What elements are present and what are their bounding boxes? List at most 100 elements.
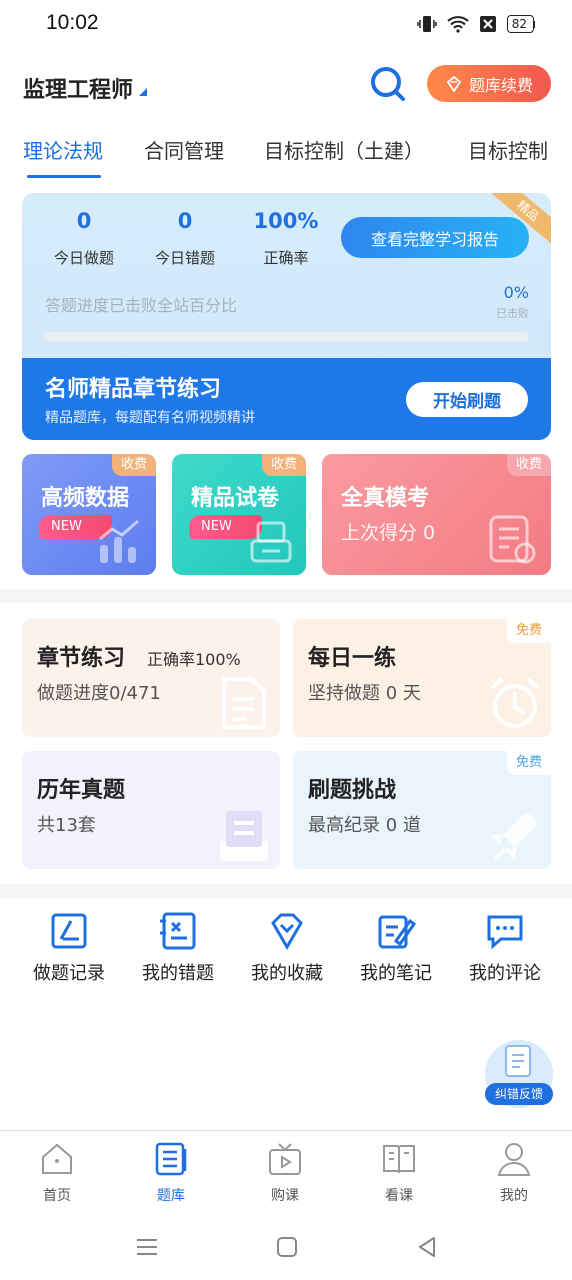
challenge-card[interactable]: 免费 刷题挑战 最高纪录 0 道 (293, 751, 551, 869)
shortcut-wrong[interactable]: 我的错题 (128, 911, 228, 985)
stat-label: 今日错题 (154, 249, 215, 267)
last-score: 上次得分 0 (341, 522, 436, 544)
tile-title: 精品试卷 (191, 486, 280, 511)
caret-down-icon[interactable] (139, 88, 147, 96)
stat-accuracy: 100% 正确率 (231, 209, 341, 268)
section-divider (0, 884, 572, 898)
back-icon[interactable] (412, 1232, 442, 1262)
accuracy-text: 正确率100% (147, 650, 241, 669)
bottom-nav: 首页 题库 购课 看课 我的 (0, 1130, 572, 1210)
shortcut-note[interactable]: 我的笔记 (346, 911, 446, 985)
shortcut-favorite[interactable]: 我的收藏 (237, 911, 337, 985)
paper-stack-icon (220, 811, 268, 861)
question-bank-icon (155, 1142, 187, 1176)
progress-bar (44, 332, 529, 342)
past-exams-card[interactable]: 历年真题 共13套 (22, 751, 280, 869)
nav-label: 首页 (43, 1188, 71, 1204)
nav-label: 看课 (385, 1188, 413, 1204)
progress-label: 答题进度已击败全站百分比 (45, 296, 238, 315)
feedback-label: 纠错反馈 (485, 1083, 553, 1105)
feedback-document-icon (505, 1045, 531, 1077)
progress-sub-label: 已击败 (496, 307, 529, 320)
card-title: 每日一练 (308, 646, 397, 671)
status-icons: 82 (416, 15, 534, 33)
shortcut-record[interactable]: 做题记录 (19, 911, 119, 985)
free-tag: 免费 (507, 619, 551, 643)
promo-subtitle: 精品题库，每题配有名师视频精讲 (45, 410, 255, 426)
status-time: 10:02 (46, 11, 99, 34)
renew-button[interactable]: 题库续费 (427, 65, 551, 102)
tile-high-frequency[interactable]: 收费 高频数据 NEW (22, 454, 156, 575)
tray-icon (250, 521, 292, 563)
feedback-button[interactable]: 纠错反馈 (485, 1040, 553, 1108)
paid-tag: 收费 (261, 454, 306, 476)
nav-buy-course[interactable]: 购课 (245, 1141, 325, 1205)
nav-label: 我的 (500, 1188, 528, 1204)
battery-level: 82 (511, 17, 527, 31)
sim-off-icon (479, 16, 496, 32)
wrong-icon (160, 912, 196, 950)
search-icon (371, 67, 405, 101)
promo-title: 名师精品章节练习 (45, 377, 222, 402)
chapter-practice-card[interactable]: 章节练习 正确率100% 做题进度0/471 (22, 619, 280, 737)
tab-underline (27, 175, 101, 178)
stat-value: 100% (253, 209, 319, 233)
app-header: 监理工程师 题库续费 (0, 55, 572, 115)
profile-icon (497, 1143, 531, 1176)
nav-question-bank[interactable]: 题库 (131, 1141, 211, 1205)
tile-mock-exam[interactable]: 收费 全真模考 上次得分 0 (322, 454, 551, 575)
favorite-icon (271, 913, 303, 950)
shortcut-comment[interactable]: 我的评论 (455, 911, 555, 985)
document-icon (222, 677, 266, 729)
diamond-icon (446, 75, 462, 93)
nav-label: 购课 (271, 1188, 299, 1204)
card-subtitle: 做题进度0/471 (37, 683, 161, 704)
start-practice-button[interactable]: 开始刷题 (406, 382, 528, 417)
nav-profile[interactable]: 我的 (474, 1141, 554, 1205)
subject-tabs: 理论法规 合同管理 目标控制（土建） 目标控制 (0, 125, 572, 180)
nav-label: 题库 (157, 1188, 185, 1204)
stat-label: 正确率 (263, 249, 309, 267)
shortcut-label: 我的笔记 (360, 963, 432, 984)
search-button[interactable] (368, 64, 408, 104)
section-divider (0, 589, 572, 603)
battery-indicator: 82 (506, 15, 534, 33)
card-title: 章节练习 (37, 646, 126, 671)
alarm-clock-icon (491, 678, 539, 728)
nav-home[interactable]: 首页 (17, 1141, 97, 1205)
shortcut-label: 我的错题 (142, 963, 214, 984)
card-subtitle: 共13套 (37, 815, 96, 836)
tab-theory[interactable]: 理论法规 (23, 135, 103, 164)
exam-title[interactable]: 监理工程师 (23, 72, 133, 104)
vibrate-icon (416, 16, 437, 32)
stat-today-done: 0 今日做题 (29, 209, 139, 268)
bar-chart-icon (99, 519, 139, 563)
tile-premium-papers[interactable]: 收费 精品试卷 NEW (172, 454, 306, 575)
system-nav-bar (0, 1212, 572, 1280)
tab-contract[interactable]: 合同管理 (144, 135, 224, 164)
book-icon (383, 1145, 415, 1174)
tab-target[interactable]: 目标控制 (468, 135, 548, 164)
card-subtitle: 最高纪录 0 道 (308, 815, 421, 836)
shortcut-label: 我的收藏 (251, 963, 323, 984)
paid-tag: 收费 (111, 454, 156, 476)
stat-value: 0 (76, 209, 92, 233)
shortcut-label: 做题记录 (33, 963, 105, 984)
progress-percent: 0% (503, 283, 529, 302)
comment-icon (487, 915, 523, 950)
card-title: 刷题挑战 (308, 778, 397, 803)
exam-paper-icon (489, 515, 536, 564)
home-button-icon[interactable] (272, 1232, 302, 1262)
free-tag: 免费 (507, 751, 551, 775)
menu-icon[interactable] (132, 1232, 162, 1262)
stat-value: 0 (177, 209, 193, 233)
tab-target-civil[interactable]: 目标控制（土建） (264, 135, 424, 164)
full-report-button[interactable]: 查看完整学习报告 (341, 217, 529, 258)
shortcut-label: 我的评论 (469, 963, 541, 984)
nav-watch-course[interactable]: 看课 (359, 1141, 439, 1205)
premium-chapter-banner[interactable]: 名师精品章节练习 精品题库，每题配有名师视频精讲 开始刷题 (22, 358, 551, 440)
daily-practice-card[interactable]: 免费 每日一练 坚持做题 0 天 (293, 619, 551, 737)
rocket-icon (491, 813, 537, 861)
home-icon (42, 1143, 72, 1174)
stat-label: 今日做题 (53, 249, 114, 267)
